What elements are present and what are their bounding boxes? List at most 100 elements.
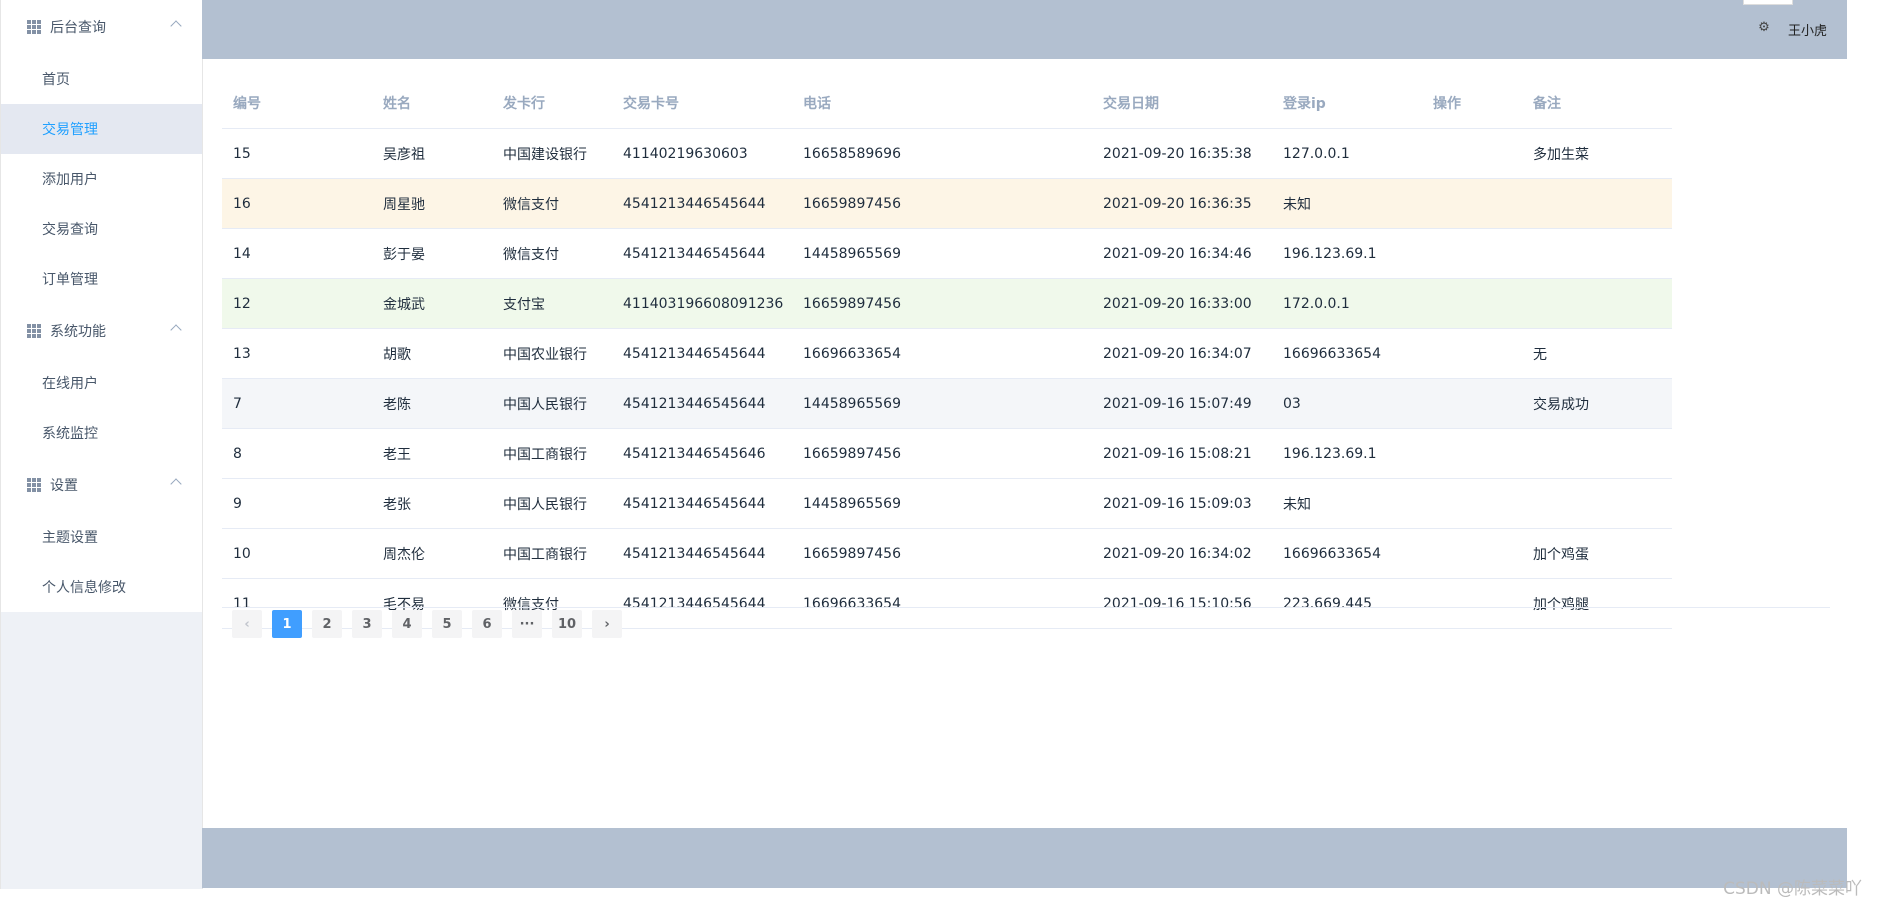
page-button[interactable]: 2 bbox=[312, 610, 342, 638]
sidebar-item[interactable]: 系统监控 bbox=[1, 408, 202, 458]
cell-bank: 中国建设银行 bbox=[492, 128, 612, 179]
cell-phone: 16659897456 bbox=[792, 278, 1092, 329]
next-page-button[interactable]: › bbox=[592, 610, 622, 638]
cell-id: 12 bbox=[222, 278, 372, 329]
table-row[interactable]: 7 老陈 中国人民银行 4541213446545644 14458965569 2021… bbox=[222, 378, 1672, 429]
prev-page-button[interactable]: ‹ bbox=[232, 610, 262, 638]
table-row[interactable]: 15 吴彦祖 中国建设银行 41140219630603 16658589696 2021… bbox=[222, 128, 1672, 179]
cell-date: 2021-09-16 15:07:49 bbox=[1092, 378, 1272, 429]
cell-name: 老王 bbox=[372, 428, 492, 479]
cell-op bbox=[1422, 128, 1522, 179]
table-row[interactable]: 12 金城武 支付宝 411403196608091236 16659897456 202… bbox=[222, 278, 1672, 329]
sidebar-group-title[interactable]: 后台查询 bbox=[1, 0, 202, 54]
cell-date: 2021-09-20 16:34:02 bbox=[1092, 528, 1272, 579]
sidebar-group-label: 系统功能 bbox=[50, 324, 106, 340]
cell-id: 9 bbox=[222, 478, 372, 529]
sidebar-group-label: 后台查询 bbox=[50, 20, 106, 36]
cell-card: 4541213446545644 bbox=[612, 228, 792, 279]
column-header: 电话 bbox=[792, 78, 1092, 129]
cell-phone: 16659897456 bbox=[792, 178, 1092, 229]
gear-icon[interactable]: ⚙ bbox=[1757, 21, 1771, 35]
cell-phone: 16659897456 bbox=[792, 528, 1092, 579]
cell-note bbox=[1522, 478, 1672, 529]
cell-phone: 16696633654 bbox=[792, 328, 1092, 379]
cell-bank: 中国人民银行 bbox=[492, 378, 612, 429]
column-header: 交易日期 bbox=[1092, 78, 1272, 129]
sidebar-item[interactable]: 主题设置 bbox=[1, 512, 202, 562]
cell-name: 吴彦祖 bbox=[372, 128, 492, 179]
sidebar-group-title[interactable]: 设置 bbox=[1, 458, 202, 512]
sidebar-item[interactable]: 添加用户 bbox=[1, 154, 202, 204]
sidebar-item[interactable]: 首页 bbox=[1, 54, 202, 104]
sidebar-item[interactable]: 订单管理 bbox=[1, 254, 202, 304]
page-button[interactable]: 10 bbox=[552, 610, 582, 638]
cell-name: 金城武 bbox=[372, 278, 492, 329]
sidebar-menu: 后台查询首页 交易管理 添加用户 交易查询 订单管理系统功能在线用户 系统监控 设置 主题设置… bbox=[1, 0, 202, 612]
column-header: 操作 bbox=[1422, 78, 1522, 129]
page-button[interactable]: 5 bbox=[432, 610, 462, 638]
chevron-up-icon bbox=[170, 478, 182, 490]
page-button[interactable]: 6 bbox=[472, 610, 502, 638]
table-row[interactable]: 13 胡歌 中国农业银行 4541213446545644 16696633654 202… bbox=[222, 328, 1672, 379]
cell-ip: 未知 bbox=[1272, 478, 1422, 529]
column-header: 姓名 bbox=[372, 78, 492, 129]
cell-card: 4541213446545644 bbox=[612, 528, 792, 579]
sidebar-group-title[interactable]: 系统功能 bbox=[1, 304, 202, 358]
cell-bank: 中国人民银行 bbox=[492, 478, 612, 529]
sidebar-item[interactable]: 在线用户 bbox=[1, 358, 202, 408]
more-pages-button[interactable]: ··· bbox=[512, 610, 542, 638]
cell-date: 2021-09-16 15:08:21 bbox=[1092, 428, 1272, 479]
cell-phone: 14458965569 bbox=[792, 378, 1092, 429]
table-bottom-border bbox=[222, 607, 1830, 608]
grid-icon bbox=[27, 478, 41, 492]
pagination: ‹ 1 2 3 4 5 6 ··· 10 › bbox=[232, 610, 622, 638]
table-row[interactable]: 14 彭于晏 微信支付 4541213446545644 14458965569 2021… bbox=[222, 228, 1672, 279]
cell-name: 老陈 bbox=[372, 378, 492, 429]
cell-op bbox=[1422, 228, 1522, 279]
cell-date: 2021-09-20 16:33:00 bbox=[1092, 278, 1272, 329]
cell-date: 2021-09-16 15:10:56 bbox=[1092, 578, 1272, 629]
page-button[interactable]: 3 bbox=[352, 610, 382, 638]
cell-card: 4541213446545644 bbox=[612, 478, 792, 529]
cell-name: 周星驰 bbox=[372, 178, 492, 229]
cell-note: 加个鸡腿 bbox=[1522, 578, 1672, 629]
header-badge bbox=[1743, 0, 1793, 5]
table-row[interactable]: 9 老张 中国人民银行 4541213446545644 14458965569 2021… bbox=[222, 478, 1672, 529]
cell-name: 胡歌 bbox=[372, 328, 492, 379]
table-row[interactable]: 8 老王 中国工商银行 4541213446545646 16659897456 2021… bbox=[222, 428, 1672, 479]
cell-card: 411403196608091236 bbox=[612, 278, 792, 329]
cell-op bbox=[1422, 428, 1522, 479]
cell-id: 15 bbox=[222, 128, 372, 179]
sidebar-item[interactable]: 个人信息修改 bbox=[1, 562, 202, 612]
table-row[interactable]: 10 周杰伦 中国工商银行 4541213446545644 16659897456 20… bbox=[222, 528, 1672, 579]
chevron-up-icon bbox=[170, 324, 182, 336]
user-name[interactable]: 王小虎 bbox=[1788, 20, 1827, 39]
cell-id: 7 bbox=[222, 378, 372, 429]
cell-ip: 127.0.0.1 bbox=[1272, 128, 1422, 179]
page-button[interactable]: 4 bbox=[392, 610, 422, 638]
table-header-row: 编号 姓名 发卡行 交易卡号 电话 交易日期 登录ip 操作 备注 bbox=[222, 78, 1672, 129]
page-button[interactable]: 1 bbox=[272, 610, 302, 638]
cell-bank: 支付宝 bbox=[492, 278, 612, 329]
cell-date: 2021-09-16 15:09:03 bbox=[1092, 478, 1272, 529]
cell-ip: 196.123.69.1 bbox=[1272, 428, 1422, 479]
cell-bank: 中国工商银行 bbox=[492, 528, 612, 579]
cell-ip: 223.669.445 bbox=[1272, 578, 1422, 629]
watermark: CSDN @陈菜菜吖 bbox=[1723, 879, 1862, 899]
cell-card: 4541213446545644 bbox=[612, 578, 792, 629]
column-header: 交易卡号 bbox=[612, 78, 792, 129]
cell-name: 老张 bbox=[372, 478, 492, 529]
cell-op bbox=[1422, 278, 1522, 329]
cell-op bbox=[1422, 528, 1522, 579]
column-header: 编号 bbox=[222, 78, 372, 129]
top-header: ⚙ 王小虎 bbox=[202, 0, 1847, 59]
table-row[interactable]: 16 周星驰 微信支付 4541213446545644 16659897456 2021… bbox=[222, 178, 1672, 229]
cell-date: 2021-09-20 16:36:35 bbox=[1092, 178, 1272, 229]
cell-note: 加个鸡蛋 bbox=[1522, 528, 1672, 579]
sidebar-item[interactable]: 交易查询 bbox=[1, 204, 202, 254]
cell-note: 多加生菜 bbox=[1522, 128, 1672, 179]
cell-ip: 未知 bbox=[1272, 178, 1422, 229]
cell-ip: 196.123.69.1 bbox=[1272, 228, 1422, 279]
sidebar-item[interactable]: 交易管理 bbox=[1, 104, 202, 154]
cell-id: 14 bbox=[222, 228, 372, 279]
